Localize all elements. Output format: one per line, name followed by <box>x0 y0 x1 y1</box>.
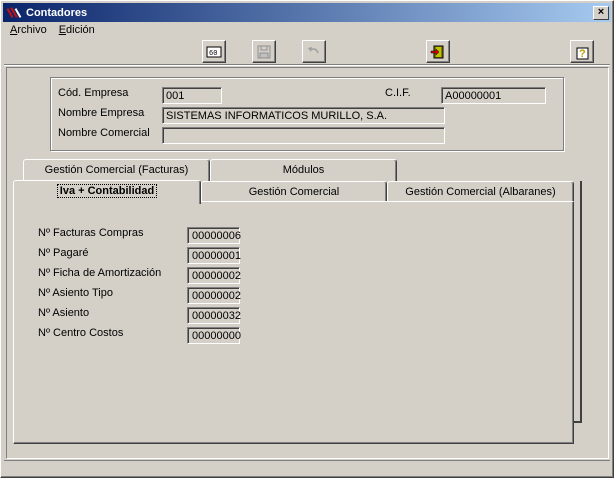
counter-field[interactable]: 00000001 <box>187 247 241 264</box>
window-title: Contadores <box>26 6 88 19</box>
save-button[interactable] <box>252 40 276 63</box>
svg-text:60: 60 <box>209 50 217 58</box>
help-button[interactable]: ? <box>570 40 594 63</box>
app-icon <box>6 5 22 21</box>
counter-label: Nº Pagaré <box>38 247 89 259</box>
counter-field[interactable]: 00000000 <box>187 327 241 344</box>
counter-label: Nº Centro Costos <box>38 327 124 339</box>
counter-label: Nº Facturas Compras <box>38 227 144 239</box>
tab-gestion-comercial-facturas[interactable]: Gestión Comercial (Facturas) <box>23 159 210 181</box>
print-preview-icon: 60 <box>206 46 222 58</box>
cod-empresa-field[interactable]: 001 <box>162 87 222 104</box>
title-bar[interactable]: Contadores × <box>3 3 611 22</box>
counter-field[interactable]: 00000002 <box>187 287 241 304</box>
nombre-empresa-label: Nombre Empresa <box>58 107 145 119</box>
cod-empresa-label: Cód. Empresa <box>58 87 129 99</box>
close-icon: × <box>597 5 605 18</box>
help-icon: ? <box>576 47 589 60</box>
counter-field[interactable]: 00000002 <box>187 267 241 284</box>
counter-label: Nº Asiento <box>38 307 90 319</box>
tab-gestion-comercial-albaranes[interactable]: Gestión Comercial (Albaranes) <box>387 181 574 203</box>
tab-iva-contabilidad[interactable]: Iva + Contabilidad <box>13 180 201 204</box>
print-preview-button[interactable]: 60 <box>202 40 226 63</box>
close-button[interactable]: × <box>593 5 609 20</box>
menu-archivo[interactable]: Archivo <box>4 23 53 40</box>
tab-gestion-comercial[interactable]: Gestión Comercial <box>201 181 387 203</box>
exit-button[interactable] <box>426 40 450 63</box>
nombre-comercial-field[interactable] <box>162 127 445 144</box>
exit-door-icon <box>430 45 444 58</box>
tab-modulos[interactable]: Módulos <box>210 159 397 181</box>
counter-field[interactable]: 00000006 <box>187 227 241 244</box>
menu-edicion[interactable]: Edición <box>53 23 101 40</box>
nombre-empresa-field[interactable]: SISTEMAS INFORMATICOS MURILLO, S.A. <box>162 107 445 124</box>
undo-icon <box>308 46 319 53</box>
save-icon <box>257 45 271 58</box>
counter-field[interactable]: 00000032 <box>187 307 241 324</box>
svg-text:?: ? <box>579 48 586 60</box>
nombre-comercial-label: Nombre Comercial <box>58 127 150 139</box>
main-window: Contadores × Archivo Edición 60 ? Cód. E… <box>0 0 614 478</box>
status-bar <box>4 460 610 476</box>
cif-label: C.I.F. <box>385 87 411 99</box>
cif-field[interactable]: A00000001 <box>441 87 546 104</box>
counter-label: Nº Ficha de Amortización <box>38 267 162 279</box>
undo-button[interactable] <box>302 40 326 63</box>
menu-bar: Archivo Edición <box>4 23 101 40</box>
toolbar-separator <box>4 64 610 66</box>
counter-label: Nº Asiento Tipo <box>38 287 113 299</box>
